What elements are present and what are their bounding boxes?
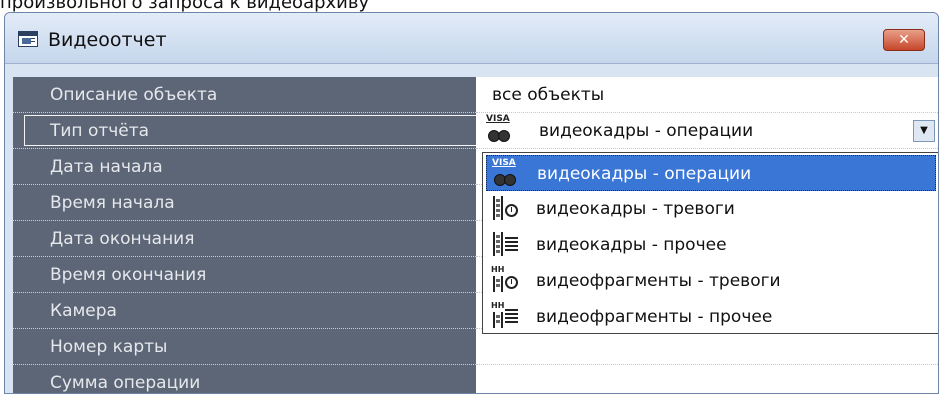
dropdown-item-label: видеофрагменты - прочее [536,307,773,327]
close-button[interactable]: ✕ [883,29,925,51]
property-label-start-date[interactable]: Дата начала [13,149,476,185]
dropdown-item-frames-alarms[interactable]: видеокадры - тревоги [486,191,936,227]
property-label-end-date[interactable]: Дата окончания [13,221,476,257]
dropdown-item-label: видеокадры - прочее [536,235,727,255]
dropdown-item-fragments-other[interactable]: HH видеофрагменты - прочее [486,299,936,335]
property-label-object-description[interactable]: Описание объекта [13,77,476,113]
property-label-report-type[interactable]: Тип отчёта [13,113,479,149]
film-clock-icon [491,194,519,224]
report-type-dropdown: VISA видеокадры - операции видеокадры - … [482,152,938,335]
fragment-clock-icon: HH [491,266,519,296]
property-label-start-time[interactable]: Время начала [13,185,476,221]
property-label-camera[interactable]: Камера [13,293,476,329]
report-type-value: видеокадры - операции [539,121,754,141]
dropdown-item-label: видеокадры - тревоги [536,199,735,219]
property-labels: Описание объекта Тип отчёта Дата начала … [13,77,479,393]
dropdown-item-label: видеофрагменты - тревоги [536,271,781,291]
film-lines-icon [491,230,519,260]
window-icon [18,31,38,47]
property-label-card-number[interactable]: Номер карты [13,329,476,365]
window-title: Видеоотчет [48,29,167,51]
report-dialog: Видеоотчет ✕ Описание объекта Тип отчёта… [4,12,939,394]
dropdown-item-frames-operations[interactable]: VISA видеокадры - операции [486,155,936,191]
report-type-combobox[interactable]: VISA видеокадры - операции ▼ [476,113,938,149]
dropdown-item-frames-other[interactable]: видеокадры - прочее [486,227,936,263]
fragment-lines-icon: HH [491,302,519,332]
dropdown-item-label: видеокадры - операции [537,164,752,184]
property-value-object-description[interactable]: все объекты [476,77,938,113]
chevron-down-icon[interactable]: ▼ [913,120,935,142]
dropdown-item-fragments-alarms[interactable]: HH видеофрагменты - тревоги [486,263,936,299]
title-bar: Видеоотчет ✕ [5,13,938,64]
property-label-operation-amount[interactable]: Сумма операции [13,365,476,393]
visa-camera-icon: VISA [486,115,514,143]
property-value-operation-amount[interactable] [476,365,938,393]
property-label-end-time[interactable]: Время окончания [13,257,476,293]
visa-camera-icon: VISA [492,159,520,187]
